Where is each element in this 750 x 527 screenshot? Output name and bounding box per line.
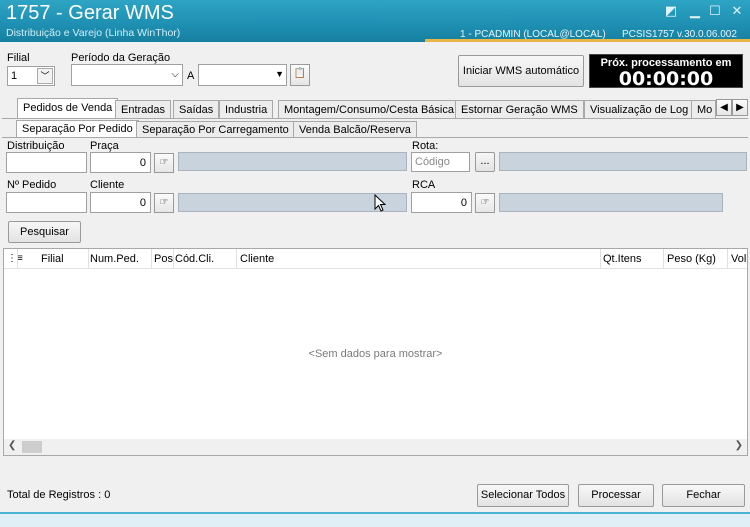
rca-description [499,193,723,212]
tab-scroll-right-icon[interactable]: ▶ [732,99,748,116]
tab-more[interactable]: Mo [691,100,716,119]
scroll-left-icon[interactable]: ❮ [8,440,16,451]
cliente-input[interactable]: 0 [90,192,151,213]
praca-description [178,152,407,171]
cliente-label: Cliente [90,179,125,191]
praca-label: Praça [90,140,119,152]
col-peso[interactable]: Peso (Kg) [667,253,716,265]
subtab-venda-balcao[interactable]: Venda Balcão/Reserva [293,121,417,138]
tab-scroll-left-icon[interactable]: ◀ [716,99,732,116]
fechar-button[interactable]: Fechar [662,484,745,507]
next-process-time: 00:00:00 [618,68,714,90]
pesquisar-button[interactable]: Pesquisar [8,221,81,243]
filial-label: Filial [7,52,30,64]
col-cod-cli[interactable]: Cód.Cli. [175,253,214,265]
tab-saidas[interactable]: Saídas [173,100,220,119]
periodo-start-input[interactable]: ⌵ [71,64,183,86]
rca-search-icon[interactable]: ☞ [475,193,495,213]
distribuicao-label: Distribuição [7,140,65,152]
periodo-label: Período da Geração [71,52,171,64]
chevron-down-icon[interactable]: ﹀ [37,68,53,84]
results-grid[interactable]: ⋮≡ Filial Num.Ped. Pos Cód.Cli. Cliente … [3,248,748,456]
cliente-description [178,193,407,212]
col-qt-itens[interactable]: Qt.Itens [603,253,642,265]
tab-entradas[interactable]: Entradas [115,100,172,119]
col-pos[interactable]: Pos [154,253,173,265]
praca-value: 0 [139,157,146,169]
a-label: A [187,70,195,82]
col-filial[interactable]: Filial [41,253,64,265]
rca-input[interactable]: 0 [411,192,472,213]
next-process-clock: Próx. processamento em 00:00:00 [589,54,743,90]
col-cliente[interactable]: Cliente [240,253,274,265]
scrollbar-thumb[interactable] [22,441,42,453]
processar-button[interactable]: Processar [578,484,654,507]
rota-label: Rota: [412,140,439,152]
tab-visualizacao-log[interactable]: Visualização de Log [584,100,695,119]
window-title: 1757 - Gerar WMS [6,2,174,24]
tab-industria[interactable]: Industria [219,100,274,119]
periodo-end-input[interactable]: ▼ [198,64,287,86]
mouse-cursor-icon [374,194,386,212]
praca-input[interactable]: 0 [90,152,151,173]
cliente-search-icon[interactable]: ☞ [154,193,174,213]
col-volume[interactable]: Volu [731,253,747,265]
rota-description [499,152,747,171]
pedido-label: Nº Pedido [7,179,57,191]
status-strip [0,512,750,527]
title-bar: 1757 - Gerar WMS Distribuição e Varejo (… [0,0,750,42]
rota-input[interactable]: Código [411,152,470,172]
scroll-right-icon[interactable]: ❯ [735,440,743,451]
grid-empty-message: <Sem dados para mostrar> [308,348,443,360]
rca-label: RCA [412,179,436,191]
calendar-icon[interactable]: 📋 [290,64,310,86]
dropdown-arrow-icon[interactable]: ▼ [275,69,284,79]
grid-header: ⋮≡ Filial Num.Ped. Pos Cód.Cli. Cliente … [4,249,747,269]
cliente-value: 0 [139,197,146,209]
tab-estornar[interactable]: Estornar Geração WMS [455,100,584,119]
filial-value: 1 [11,70,18,82]
chevron-down-icon[interactable]: ⌵ [171,69,179,80]
minimize-icon[interactable]: ▁ [686,2,704,20]
window-subtitle: Distribuição e Varejo (Linha WinThor) [6,27,181,39]
subtab-separacao-pedido[interactable]: Separação Por Pedido [16,120,139,138]
maximize-icon[interactable]: ☐ [706,2,724,20]
tab-montagem[interactable]: Montagem/Consumo/Cesta Básica [278,100,460,119]
distribuicao-input[interactable] [6,152,87,173]
pedido-input[interactable] [6,192,87,213]
tab-pedidos-venda[interactable]: Pedidos de Venda [17,98,119,119]
horizontal-scrollbar[interactable]: ❮ ❯ [4,439,747,455]
col-num-ped[interactable]: Num.Ped. [90,253,139,265]
close-icon[interactable]: ✕ [728,2,746,20]
selecionar-todos-button[interactable]: Selecionar Todos [477,484,569,507]
filial-select[interactable]: 1 ﹀ [7,66,55,86]
praca-search-icon[interactable]: ☞ [154,153,174,173]
column-chooser-icon[interactable]: ⋮≡ [7,253,23,264]
tab-divider [2,118,748,119]
rota-placeholder: Código [415,156,450,168]
title-accent-bar [425,39,750,42]
subtab-separacao-carregamento[interactable]: Separação Por Carregamento [136,121,295,138]
rca-value: 0 [460,197,467,209]
total-registros: Total de Registros : 0 [7,489,111,501]
restore-icon[interactable]: ◩ [662,2,680,20]
iniciar-wms-button[interactable]: Iniciar WMS automático [458,55,584,87]
rota-ellipsis-button[interactable]: ... [475,152,495,172]
